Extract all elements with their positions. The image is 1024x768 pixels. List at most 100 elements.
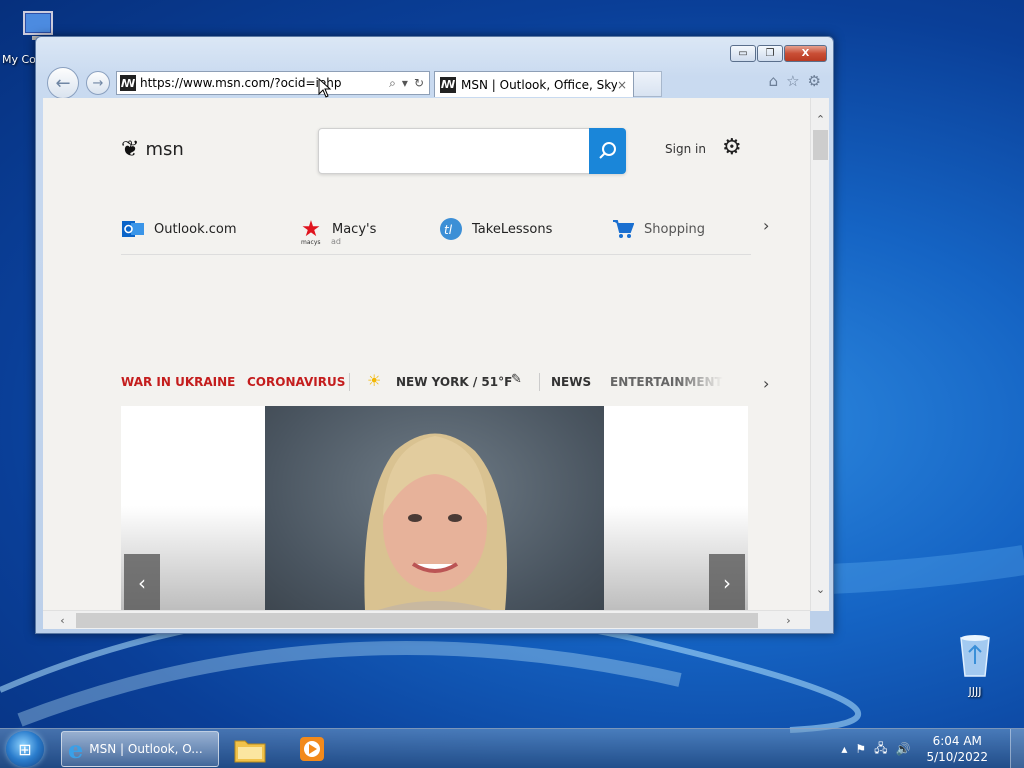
ad-label: ad (331, 237, 341, 246)
page-content: ❦ msn Sign in ⚙ Outlook.com ★ Macy's ad … (43, 98, 828, 611)
dropdown-chevron-icon[interactable]: ▾ (402, 76, 408, 91)
desktop-icon-recycle-bin[interactable]: JJJJ (943, 630, 1007, 698)
refresh-icon[interactable]: ↻ (414, 76, 424, 91)
tools-gear-icon[interactable]: ⚙ (808, 72, 821, 90)
address-bar[interactable]: ꟿ https://www.msn.com/?ocid=iehp ⌕ ▾ ↻ (116, 71, 430, 95)
horizontal-scrollbar[interactable]: ‹ › (43, 610, 810, 629)
quick-link-takelessons[interactable]: tl TakeLessons (439, 217, 552, 241)
quick-link-label: TakeLessons (472, 221, 553, 237)
outlook-icon (121, 217, 145, 241)
taskbar-item-label: MSN | Outlook, O... (89, 742, 203, 756)
search-icon[interactable]: ⌕ (389, 76, 396, 91)
msn-logo[interactable]: ❦ msn (121, 137, 184, 162)
topics-next-chevron-icon[interactable]: › (763, 374, 769, 393)
scroll-right-icon[interactable]: › (779, 611, 798, 630)
msn-butterfly-icon: ❦ (121, 137, 140, 162)
horizontal-scroll-thumb[interactable] (76, 613, 758, 628)
recycle-bin-icon (960, 635, 990, 677)
divider (539, 373, 540, 391)
window-controls: ▭ ❐ X (730, 45, 827, 62)
system-tray: ▴ ⚑ 🖧 🔊 6:04 AM 5/10/2022 (841, 729, 988, 768)
clock[interactable]: 6:04 AM 5/10/2022 (926, 733, 988, 765)
close-window-button[interactable]: X (784, 45, 827, 62)
internet-explorer-icon: e (68, 734, 84, 764)
topic-coronavirus[interactable]: CORONAVIRUS (247, 375, 345, 389)
arrow-left-icon: ← (55, 72, 71, 94)
topic-entertainment[interactable]: ENTERTAINMENT (610, 375, 723, 389)
clock-date: 5/10/2022 (926, 750, 988, 764)
browser-tab-msn[interactable]: ꟿ MSN | Outlook, Office, Sky... × (434, 71, 634, 97)
back-button[interactable]: ← (47, 67, 79, 99)
taskbar-item-media-player[interactable] (296, 733, 328, 765)
favorites-star-icon[interactable]: ☆ (786, 72, 799, 90)
folder-icon (234, 740, 266, 763)
edit-pencil-icon[interactable]: ✎ (511, 372, 522, 387)
command-icons: ⌂ ☆ ⚙ (769, 72, 821, 90)
settings-gear-icon[interactable]: ⚙ (722, 135, 742, 160)
search-icon (598, 142, 616, 159)
quick-link-macys[interactable]: ★ Macy's ad macys (299, 216, 377, 247)
macys-logo-sub: macys (301, 239, 321, 246)
clock-time: 6:04 AM (932, 734, 982, 748)
taskbar-item-explorer[interactable] (234, 733, 266, 765)
tab-close-icon[interactable]: × (617, 78, 627, 92)
scroll-down-icon[interactable]: ⌄ (811, 580, 830, 598)
sign-in-link[interactable]: Sign in (665, 142, 706, 156)
msn-favicon-icon: ꟿ (440, 76, 456, 93)
home-icon[interactable]: ⌂ (769, 72, 779, 90)
address-url[interactable]: https://www.msn.com/?ocid=iehp (140, 76, 389, 90)
mouse-cursor-icon (318, 78, 332, 98)
volume-icon[interactable]: 🔊 (896, 742, 911, 756)
msn-logo-text: msn (145, 139, 184, 160)
taskbar: ⊞ e MSN | Outlook, O... ▴ ⚑ 🖧 🔊 6:04 AM … (0, 728, 1024, 768)
topics-bar: WAR IN UKRAINE CORONAVIRUS ☀ NEW YORK / … (121, 368, 781, 398)
chevron-right-icon: › (723, 570, 731, 595)
sun-weather-icon: ☀ (367, 371, 382, 390)
action-center-flag-icon[interactable]: ⚑ (855, 742, 866, 756)
quick-link-label: Macy's (332, 221, 377, 237)
network-icon[interactable]: 🖧 (874, 739, 887, 760)
arrow-right-icon: → (92, 75, 104, 91)
topic-war-in-ukraine[interactable]: WAR IN UKRAINE (121, 375, 235, 389)
hero-carousel: ‹ › (121, 406, 748, 611)
svg-text:tl: tl (444, 223, 453, 237)
forward-button[interactable]: → (86, 71, 110, 95)
macys-star-icon: ★ (301, 216, 321, 242)
chevron-left-icon: ‹ (138, 570, 146, 595)
search-input[interactable] (319, 129, 589, 173)
show-hidden-icons-icon[interactable]: ▴ (841, 742, 847, 756)
desktop-icon-label: JJJJ (968, 685, 982, 698)
shopping-cart-icon (611, 217, 635, 241)
vertical-scroll-thumb[interactable] (813, 130, 828, 160)
taskbar-item-ie[interactable]: e MSN | Outlook, O... (61, 731, 219, 767)
maximize-button[interactable]: ❐ (757, 45, 783, 62)
carousel-prev-button[interactable]: ‹ (124, 554, 160, 611)
topic-weather-new-york[interactable]: NEW YORK / 51°F (396, 375, 512, 389)
new-tab-button[interactable] (634, 71, 662, 97)
quick-link-label: Shopping (644, 221, 706, 237)
quick-link-label: Outlook.com (154, 221, 237, 237)
takelessons-icon: tl (439, 217, 463, 241)
browser-window: ▭ ❐ X ← → ꟿ https://www.msn.com/?ocid=ie… (35, 36, 834, 634)
msn-favicon-icon: ꟿ (120, 75, 136, 91)
quick-links-next-chevron-icon[interactable]: › (763, 216, 769, 235)
scroll-up-icon[interactable]: ⌃ (811, 110, 830, 128)
topic-news[interactable]: NEWS (551, 375, 591, 389)
minimize-button[interactable]: ▭ (730, 45, 756, 62)
quick-link-outlook[interactable]: Outlook.com (121, 217, 237, 241)
quick-links-bar: Outlook.com ★ Macy's ad macys tl TakeLes… (121, 211, 751, 255)
start-button[interactable]: ⊞ (6, 731, 44, 767)
windows-logo-icon: ⊞ (18, 739, 32, 759)
hero-photo[interactable] (265, 406, 604, 611)
search-button[interactable] (589, 128, 626, 174)
portrait-image (364, 433, 507, 611)
tab-title: MSN | Outlook, Office, Sky... (461, 77, 617, 92)
scroll-left-icon[interactable]: ‹ (53, 611, 72, 630)
search-box (318, 128, 626, 174)
carousel-next-button[interactable]: › (709, 554, 745, 611)
vertical-scrollbar[interactable]: ⌃ ⌄ (810, 98, 829, 611)
media-player-icon (300, 737, 324, 761)
divider (349, 373, 350, 391)
show-desktop-button[interactable] (1010, 729, 1024, 768)
quick-link-shopping[interactable]: Shopping (611, 217, 705, 241)
